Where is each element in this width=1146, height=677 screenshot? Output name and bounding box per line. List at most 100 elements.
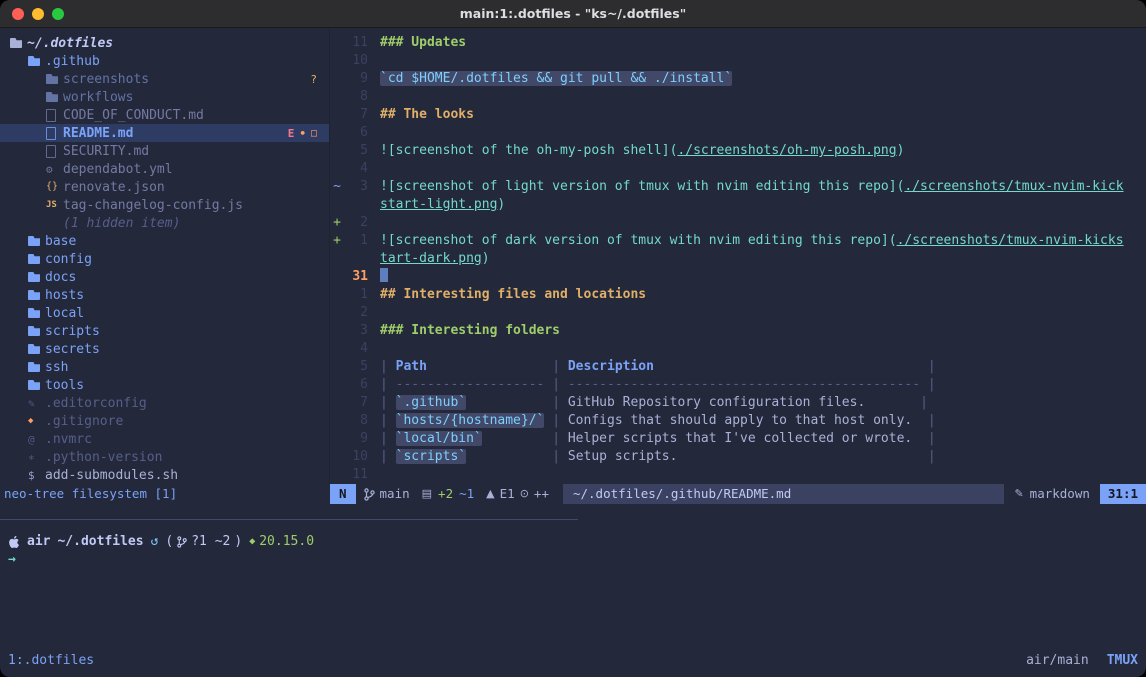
- line-text: start-light.png): [368, 196, 505, 214]
- tmux-window-tab[interactable]: 1:.dotfiles: [8, 653, 94, 668]
- editor[interactable]: 11### Updates 10 9`cd $HOME/.dotfiles &&…: [330, 28, 1146, 484]
- segment-sp: [466, 449, 544, 464]
- tree-item-code-of-conduct.md[interactable]: CODE_OF_CONDUCT.md: [0, 106, 329, 124]
- editor-line[interactable]: 8: [330, 88, 1146, 106]
- segment-punct: ): [497, 197, 505, 212]
- segment-pipe: |: [544, 413, 567, 428]
- diagnostics-icon: ▲: [486, 484, 494, 504]
- tree-item-hosts[interactable]: hosts: [0, 286, 329, 304]
- tree-item-.gitignore[interactable]: ◆.gitignore: [0, 412, 329, 430]
- tree-item-secrets[interactable]: secrets: [0, 340, 329, 358]
- segment-pipe: |: [544, 377, 567, 392]
- tree-item-local[interactable]: local: [0, 304, 329, 322]
- segment-alt: ![screenshot of dark version of tmux wit…: [380, 233, 889, 248]
- gitsign-added-icon: +: [330, 214, 344, 232]
- editor-line[interactable]: 31: [330, 268, 1146, 286]
- editor-line[interactable]: 11### Updates: [330, 34, 1146, 52]
- tree-item-.github[interactable]: .github: [0, 52, 329, 70]
- dollar-icon: $: [28, 470, 45, 481]
- line-number: 2: [344, 304, 368, 322]
- tree-item-.python-version[interactable]: ∗.python-version: [0, 448, 329, 466]
- gitsign-column: [330, 358, 344, 376]
- tree-item-tag-changelog-config.js[interactable]: JStag-changelog-config.js: [0, 196, 329, 214]
- editor-line[interactable]: +2: [330, 214, 1146, 232]
- editor-line[interactable]: 7| `.github` | GitHub Repository configu…: [330, 394, 1146, 412]
- titlebar: main:1:.dotfiles - "ks~/.dotfiles": [0, 0, 1146, 28]
- tree-item-base[interactable]: base: [0, 232, 329, 250]
- editor-line[interactable]: 8| `hosts/{hostname}/` | Configs that sh…: [330, 412, 1146, 430]
- segment-link: tart-dark.png: [380, 251, 482, 266]
- gitsign-column: [330, 304, 344, 322]
- tree-item-.nvmrc[interactable]: @.nvmrc: [0, 430, 329, 448]
- editor-line[interactable]: 3### Interesting folders: [330, 322, 1146, 340]
- editor-line[interactable]: 10| `scripts` | Setup scripts. |: [330, 448, 1146, 466]
- minimize-button[interactable]: [32, 8, 44, 20]
- tree-item-security.md[interactable]: SECURITY.md: [0, 142, 329, 160]
- folder-icon: [46, 92, 63, 102]
- gitsign-column: [330, 34, 344, 52]
- line-text: | `scripts` | Setup scripts. |: [368, 448, 936, 466]
- tree-item-workflows[interactable]: workflows: [0, 88, 329, 106]
- tree-item-label: secrets: [45, 342, 100, 357]
- editor-line[interactable]: tart-dark.png): [330, 250, 1146, 268]
- filetype: ✎ markdown: [1004, 484, 1099, 504]
- segment-th: Description: [568, 359, 654, 374]
- segment-pipe: |: [920, 413, 936, 428]
- tree-item-readme.md[interactable]: README.mdE•□: [0, 124, 329, 142]
- line-number: 11: [344, 466, 368, 484]
- tmux-statusbar: 1:.dotfiles air/main TMUX: [0, 653, 1146, 668]
- line-text: ## The looks: [368, 106, 474, 124]
- editor-line[interactable]: 1## Interesting files and locations: [330, 286, 1146, 304]
- editor-line[interactable]: 9`cd $HOME/.dotfiles && git pull && ./in…: [330, 70, 1146, 88]
- editor-line[interactable]: +1![screenshot of dark version of tmux w…: [330, 232, 1146, 250]
- editor-line[interactable]: 5![screenshot of the oh-my-posh shell](.…: [330, 142, 1146, 160]
- editor-line[interactable]: 6| ------------------- | ---------------…: [330, 376, 1146, 394]
- editor-line[interactable]: 7## The looks: [330, 106, 1146, 124]
- editor-line[interactable]: 4: [330, 340, 1146, 358]
- cursor-position: 31:1: [1100, 484, 1146, 504]
- editor-line[interactable]: 4: [330, 160, 1146, 178]
- editor-line[interactable]: 10: [330, 52, 1146, 70]
- editor-line[interactable]: 5| Path | Description |: [330, 358, 1146, 376]
- git-branch[interactable]: main: [356, 484, 418, 504]
- zoom-button[interactable]: [52, 8, 64, 20]
- segment-text: Setup scripts.: [568, 449, 678, 464]
- editor-line[interactable]: 6: [330, 124, 1146, 142]
- tree-item-docs[interactable]: docs: [0, 268, 329, 286]
- line-number: 4: [344, 340, 368, 358]
- close-button[interactable]: [12, 8, 24, 20]
- line-text: tart-dark.png): [368, 250, 490, 268]
- line-number: 9: [344, 430, 368, 448]
- segment-punct: ): [897, 143, 905, 158]
- tree-item-renovate.json[interactable]: {}renovate.json: [0, 178, 329, 196]
- tree-item--1-hidden-item-[interactable]: (1 hidden item): [0, 214, 329, 232]
- editor-line[interactable]: 11: [330, 466, 1146, 484]
- editor-line[interactable]: start-light.png): [330, 196, 1146, 214]
- editor-line[interactable]: ~3![screenshot of light version of tmux …: [330, 178, 1146, 196]
- tree-item-scripts[interactable]: scripts: [0, 322, 329, 340]
- tree-item--.dotfiles[interactable]: ~/.dotfiles: [0, 34, 329, 52]
- tree-item-screenshots[interactable]: screenshots?: [0, 70, 329, 88]
- line-text: [368, 304, 380, 322]
- tree-item-label: local: [45, 306, 84, 321]
- editor-line[interactable]: 2: [330, 304, 1146, 322]
- untracked-badge: ?: [310, 73, 317, 86]
- diff-icon: ▤: [422, 484, 432, 504]
- tree-item-add-submodules.sh[interactable]: $add-submodules.sh: [0, 466, 329, 484]
- terminal-pane[interactable]: air ~/.dotfiles ↺ ( ?1 ~2 ) ◆ 20.15.0: [0, 520, 1146, 677]
- error-count: E1: [500, 484, 515, 504]
- neo-tree-sidebar[interactable]: ~/.dotfiles.githubscreenshots?workflows C…: [0, 28, 330, 484]
- tree-item-config[interactable]: config: [0, 250, 329, 268]
- segment-dash: ----------------------------------------…: [568, 377, 920, 392]
- editor-line[interactable]: 9| `local/bin` | Helper scripts that I'v…: [330, 430, 1146, 448]
- tree-item-label: CODE_OF_CONDUCT.md: [63, 108, 204, 123]
- hostname: air: [27, 534, 50, 549]
- segment-dash: -------------------: [396, 377, 545, 392]
- tree-item-ssh[interactable]: ssh: [0, 358, 329, 376]
- folder-icon: [28, 362, 45, 372]
- tree-item-dependabot.yml[interactable]: ⚙dependabot.yml: [0, 160, 329, 178]
- tree-item-tools[interactable]: tools: [0, 376, 329, 394]
- line-text: | `local/bin` | Helper scripts that I've…: [368, 430, 936, 448]
- tree-item-.editorconfig[interactable]: ✎.editorconfig: [0, 394, 329, 412]
- folder-icon: [28, 308, 45, 318]
